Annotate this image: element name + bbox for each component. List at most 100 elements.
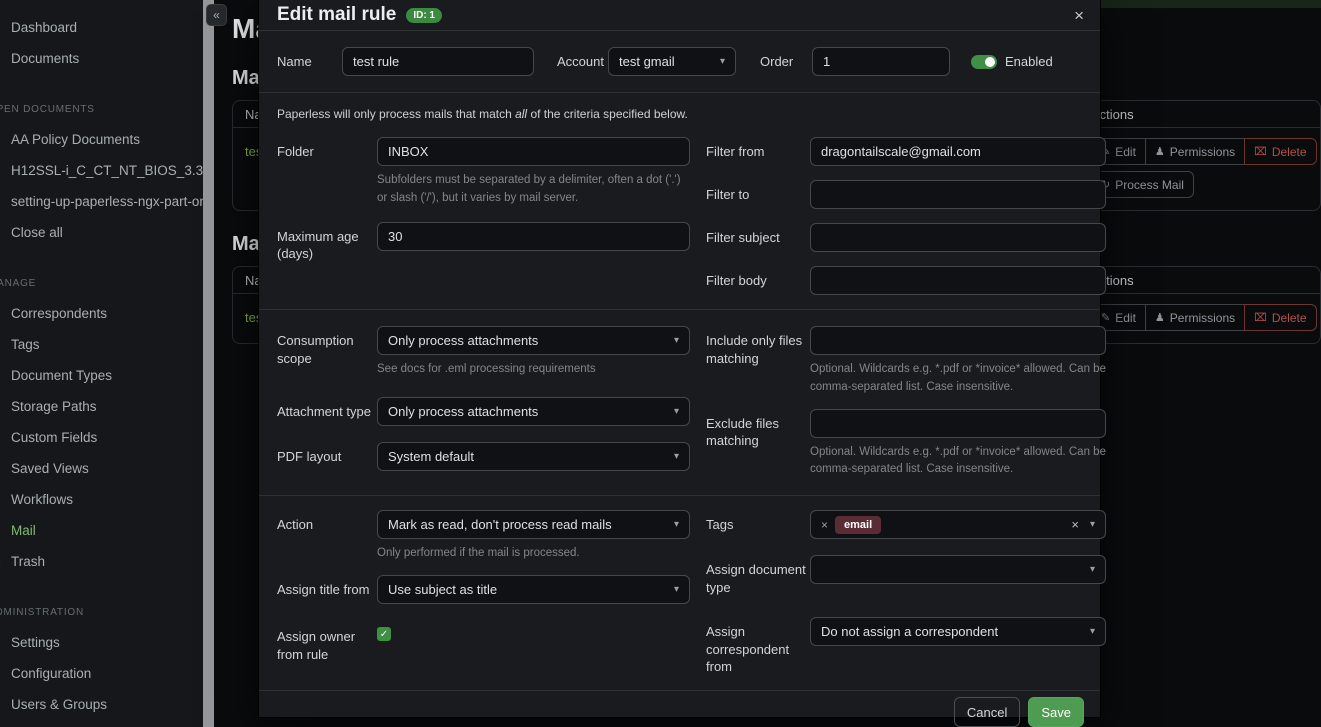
tags-row: Tags ×email × ▾ (706, 510, 1106, 539)
dialog-footer: Cancel Save (259, 690, 1100, 727)
assign-title-value: Use subject as title (388, 582, 497, 597)
sidebar-item-trash[interactable]: ⌧Trash (0, 546, 203, 577)
delete-button[interactable]: ⌧ Delete (1244, 138, 1316, 165)
action-label: Action (277, 510, 377, 563)
file-icon: ▢ (0, 164, 2, 178)
sidebar-item-storage-paths[interactable]: ▥Storage Paths (0, 391, 203, 422)
rule-id-badge: ID: 1 (406, 8, 442, 23)
sidebar-item-open-doc-setting-up-paperless[interactable]: ▢setting-up-paperless-ngx-part-one (0, 186, 203, 217)
permissions-label: Permissions (1170, 145, 1235, 159)
action-select[interactable]: Mark as read, don't process read mails ▾ (377, 510, 690, 539)
toast-strip (1100, 0, 1321, 8)
attachment-type-select[interactable]: Only process attachments ▾ (377, 397, 690, 426)
sidebar-item-close-all[interactable]: ✕Close all (0, 217, 203, 248)
tags-select[interactable]: × email × ▾ (810, 510, 1106, 539)
chevron-down-icon: ▾ (720, 56, 725, 67)
action-button-group: ✎ Edit ♟ Permissions ⌧ Delete (1091, 138, 1317, 165)
sidebar-item-configuration[interactable]: ⚒Configuration (0, 658, 203, 689)
attachment-type-label: Attachment type (277, 397, 377, 426)
criteria-section: Paperless will only process mails that m… (259, 93, 1100, 310)
filter-subject-row: Filter subject (706, 223, 1106, 252)
sidebar-item-settings[interactable]: ⚙ Settings (0, 627, 203, 658)
sidebar-item-label: Saved Views (11, 461, 89, 476)
permissions-button[interactable]: ♟ Permissions (1145, 138, 1245, 165)
filter-to-input[interactable] (810, 180, 1106, 209)
max-age-label: Maximum age (days) (277, 222, 377, 263)
dashboard-icon: ▦ (0, 21, 2, 35)
filter-body-input[interactable] (810, 266, 1106, 295)
sidebar-item-custom-fields[interactable]: ⊞Custom Fields (0, 422, 203, 453)
assign-title-select[interactable]: Use subject as title ▾ (377, 575, 690, 604)
sidebar-item-document-types[interactable]: ▣Document Types (0, 360, 203, 391)
sidebar-item-dashboard[interactable]: ▦Dashboard (0, 12, 203, 43)
save-button[interactable]: Save (1028, 697, 1084, 727)
edit-label: Edit (1115, 311, 1136, 325)
people-icon: ♟ (0, 307, 2, 321)
sidebar-item-file-tasks[interactable]: ☰File Tasks (0, 720, 203, 727)
account-label: Account (557, 53, 608, 71)
enabled-toggle[interactable] (971, 55, 997, 69)
close-button[interactable]: × (1074, 7, 1084, 24)
order-input[interactable] (812, 47, 950, 76)
consumption-scope-select[interactable]: Only process attachments ▾ (377, 326, 690, 355)
sidebar-item-mail[interactable]: ✉Mail (0, 515, 203, 546)
documents-icon: ▤ (0, 52, 2, 66)
sidebar-item-users-groups[interactable]: ♟Users & Groups (0, 689, 203, 720)
cancel-button[interactable]: Cancel (954, 697, 1020, 727)
tag-chip[interactable]: email (835, 516, 881, 534)
sidebar-item-documents[interactable]: ▤Documents (0, 43, 203, 74)
edit-label: Edit (1115, 145, 1136, 159)
sidebar-item-label: Mail (11, 523, 36, 538)
filter-from-label: Filter from (706, 137, 810, 166)
trash-icon: ⌧ (0, 555, 2, 569)
assign-correspondent-value: Do not assign a correspondent (821, 624, 998, 639)
sidebar-item-open-doc-h12ssl[interactable]: ▢H12SSL-i_C_CT_NT_BIOS_3.3_rele... (0, 155, 203, 186)
remove-tag-icon[interactable]: × (821, 518, 828, 532)
dialog-title: Edit mail rule (277, 4, 396, 26)
sidebar-item-open-doc-aa-policy[interactable]: ▢AA Policy Documents (0, 124, 203, 155)
permissions-button[interactable]: ♟ Permissions (1145, 304, 1245, 331)
person-icon: ♟ (1155, 311, 1165, 324)
sidebar-item-label: setting-up-paperless-ngx-part-one (11, 194, 203, 209)
action-help: Only performed if the mail is processed. (377, 545, 690, 563)
process-mail-button[interactable]: ↻ Process Mail (1091, 171, 1194, 198)
include-files-help: Optional. Wildcards e.g. *.pdf or *invoi… (810, 361, 1106, 397)
assign-owner-checkbox[interactable]: ✓ (377, 627, 391, 641)
row-actions: ✎ Edit ♟ Permissions ⌧ Delete ⧉ (1091, 304, 1308, 331)
folder-label: Folder (277, 137, 377, 208)
delete-button[interactable]: ⌧ Delete (1244, 304, 1316, 331)
sidebar-scrollbar[interactable] (203, 0, 214, 727)
close-icon: ✕ (0, 226, 2, 240)
filter-from-input[interactable] (810, 137, 1106, 166)
sidebar-item-label: Settings (11, 635, 60, 650)
gear-icon: ⚙ (0, 636, 2, 650)
doc-type-icon: ▣ (0, 369, 2, 383)
consumption-scope-label: Consumption scope (277, 326, 377, 379)
sidebar-item-saved-views[interactable]: ▤ Saved Views (0, 453, 203, 484)
sidebar-nav: ▦Dashboard▤Documents Open documents▢AA Po… (0, 0, 203, 727)
max-age-input[interactable] (377, 222, 690, 251)
action-row: Action Mark as read, don't process read … (277, 510, 690, 563)
filter-subject-input[interactable] (810, 223, 1106, 252)
sidebar-section-header: Open documents (0, 94, 203, 124)
assign-doc-type-select[interactable]: ▾ (810, 555, 1106, 584)
chevron-down-icon[interactable]: ▾ (1090, 519, 1095, 530)
exclude-files-input[interactable] (810, 409, 1106, 438)
pdf-layout-select[interactable]: System default ▾ (377, 442, 690, 471)
sidebar-item-correspondents[interactable]: ♟Correspondents (0, 298, 203, 329)
filter-to-row: Filter to (706, 180, 1106, 209)
sidebar-collapse-button[interactable]: « (206, 4, 227, 26)
folder-input[interactable] (377, 137, 690, 166)
clear-tags-icon[interactable]: × (1071, 517, 1079, 532)
assign-correspondent-select[interactable]: Do not assign a correspondent ▾ (810, 617, 1106, 646)
saved-view-icon: ▤ (0, 462, 2, 476)
sidebar-item-tags[interactable]: ◈Tags (0, 329, 203, 360)
include-files-input[interactable] (810, 326, 1106, 355)
sidebar-section-header: Manage (0, 268, 203, 298)
sidebar-item-workflows[interactable]: ↝Workflows (0, 484, 203, 515)
close-icon: × (1074, 6, 1084, 25)
account-select[interactable]: test gmail ▾ (608, 47, 736, 76)
sidebar-section-header: Administration (0, 597, 203, 627)
exclude-files-help: Optional. Wildcards e.g. *.pdf or *invoi… (810, 444, 1106, 480)
name-input[interactable] (342, 47, 534, 76)
